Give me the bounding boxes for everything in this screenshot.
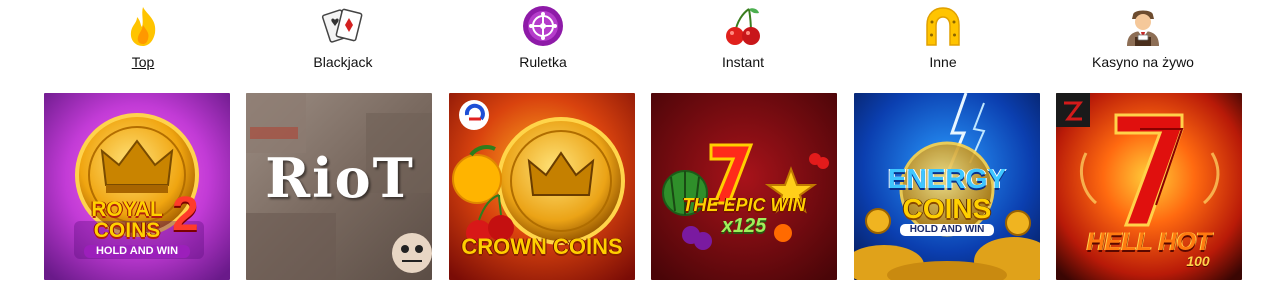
category-label: Kasyno na żywo [1092, 54, 1194, 70]
game-logo: HELL HOT [1086, 228, 1212, 256]
game-logo: ROYAL [91, 198, 163, 221]
category-label: Blackjack [313, 54, 373, 70]
horseshoe-icon [921, 4, 965, 48]
category-nav: Top Blackjack Ruletka Instant Inne Kasyn… [0, 0, 1270, 80]
game-tile-energy-coins[interactable]: ENERGY COINS HOLD AND WIN [854, 93, 1040, 280]
category-ruletka[interactable]: Ruletka [468, 4, 618, 74]
game-tile-crown-coins[interactable]: CROWN COINS [449, 93, 635, 280]
game-logo: x125 [721, 215, 767, 237]
game-logo: THE EPIC WIN [682, 195, 806, 215]
game-grid: ROYAL COINS 2 HOLD AND WIN RioT CROWN CO… [0, 93, 1270, 281]
game-tile-the-epic-win[interactable]: THE EPIC WIN x125 [651, 93, 837, 280]
game-tagline: HOLD AND WIN [900, 224, 994, 236]
game-logo: COINS [93, 219, 161, 242]
category-label: Instant [721, 54, 765, 70]
game-logo-number: 100 [1186, 253, 1210, 269]
game-tile-royal-coins-2[interactable]: ROYAL COINS 2 HOLD AND WIN [44, 93, 230, 280]
category-label: Top [131, 54, 155, 70]
category-instant[interactable]: Instant [668, 4, 818, 74]
category-label: Ruletka [519, 54, 567, 70]
game-tagline: HOLD AND WIN [84, 245, 190, 258]
category-label: Inne [929, 54, 957, 70]
game-logo: ENERGY [887, 163, 1007, 194]
category-blackjack[interactable]: Blackjack [268, 4, 418, 74]
game-artwork [651, 93, 837, 280]
game-logo-number: 2 [172, 188, 199, 241]
roulette-wheel-icon [521, 4, 565, 48]
category-top[interactable]: Top [68, 4, 218, 74]
playing-cards-icon [321, 4, 365, 48]
game-logo: COINS [902, 193, 992, 224]
live-dealer-icon [1121, 4, 1165, 48]
game-tile-riot[interactable]: RioT [246, 93, 432, 280]
cherries-icon [721, 4, 765, 48]
game-tile-hell-hot-100[interactable]: HELL HOT 100 [1056, 93, 1242, 280]
game-logo: CROWN COINS [461, 234, 623, 259]
flame-icon [121, 4, 165, 48]
category-inne[interactable]: Inne [868, 4, 1018, 74]
game-logo: RioT [265, 146, 415, 210]
category-live[interactable]: Kasyno na żywo [1068, 4, 1218, 74]
